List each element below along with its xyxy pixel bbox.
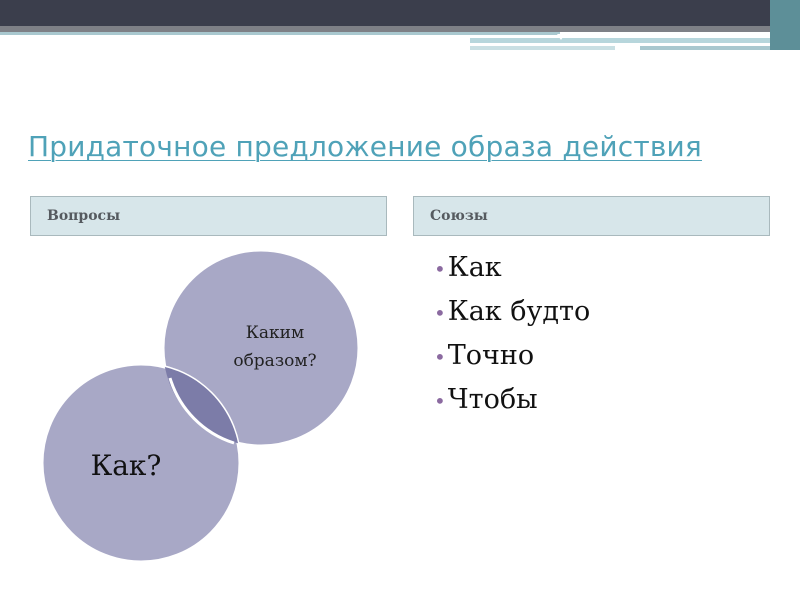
- conjunctions-list: •Как •Как будто •Точно •Чтобы: [434, 246, 590, 422]
- venn-diagram: Каким образом? Как?: [40, 248, 361, 564]
- bullet-icon: •: [434, 389, 446, 413]
- bullet-icon: •: [434, 345, 446, 369]
- list-item: •Точно: [434, 334, 590, 378]
- list-item: •Чтобы: [434, 378, 590, 422]
- list-item-label: Как будто: [447, 296, 591, 327]
- list-item-label: Как: [447, 252, 502, 283]
- venn-label-top-line1: Каким: [246, 323, 304, 343]
- list-item-label: Чтобы: [447, 384, 538, 415]
- venn-label-top-line2: образом?: [233, 351, 316, 371]
- list-item-label: Точно: [447, 340, 535, 371]
- venn-label-bottom: Как?: [91, 449, 162, 482]
- bullet-icon: •: [434, 301, 446, 325]
- bullet-icon: •: [434, 257, 446, 281]
- list-item: •Как: [434, 246, 590, 290]
- list-item: •Как будто: [434, 290, 590, 334]
